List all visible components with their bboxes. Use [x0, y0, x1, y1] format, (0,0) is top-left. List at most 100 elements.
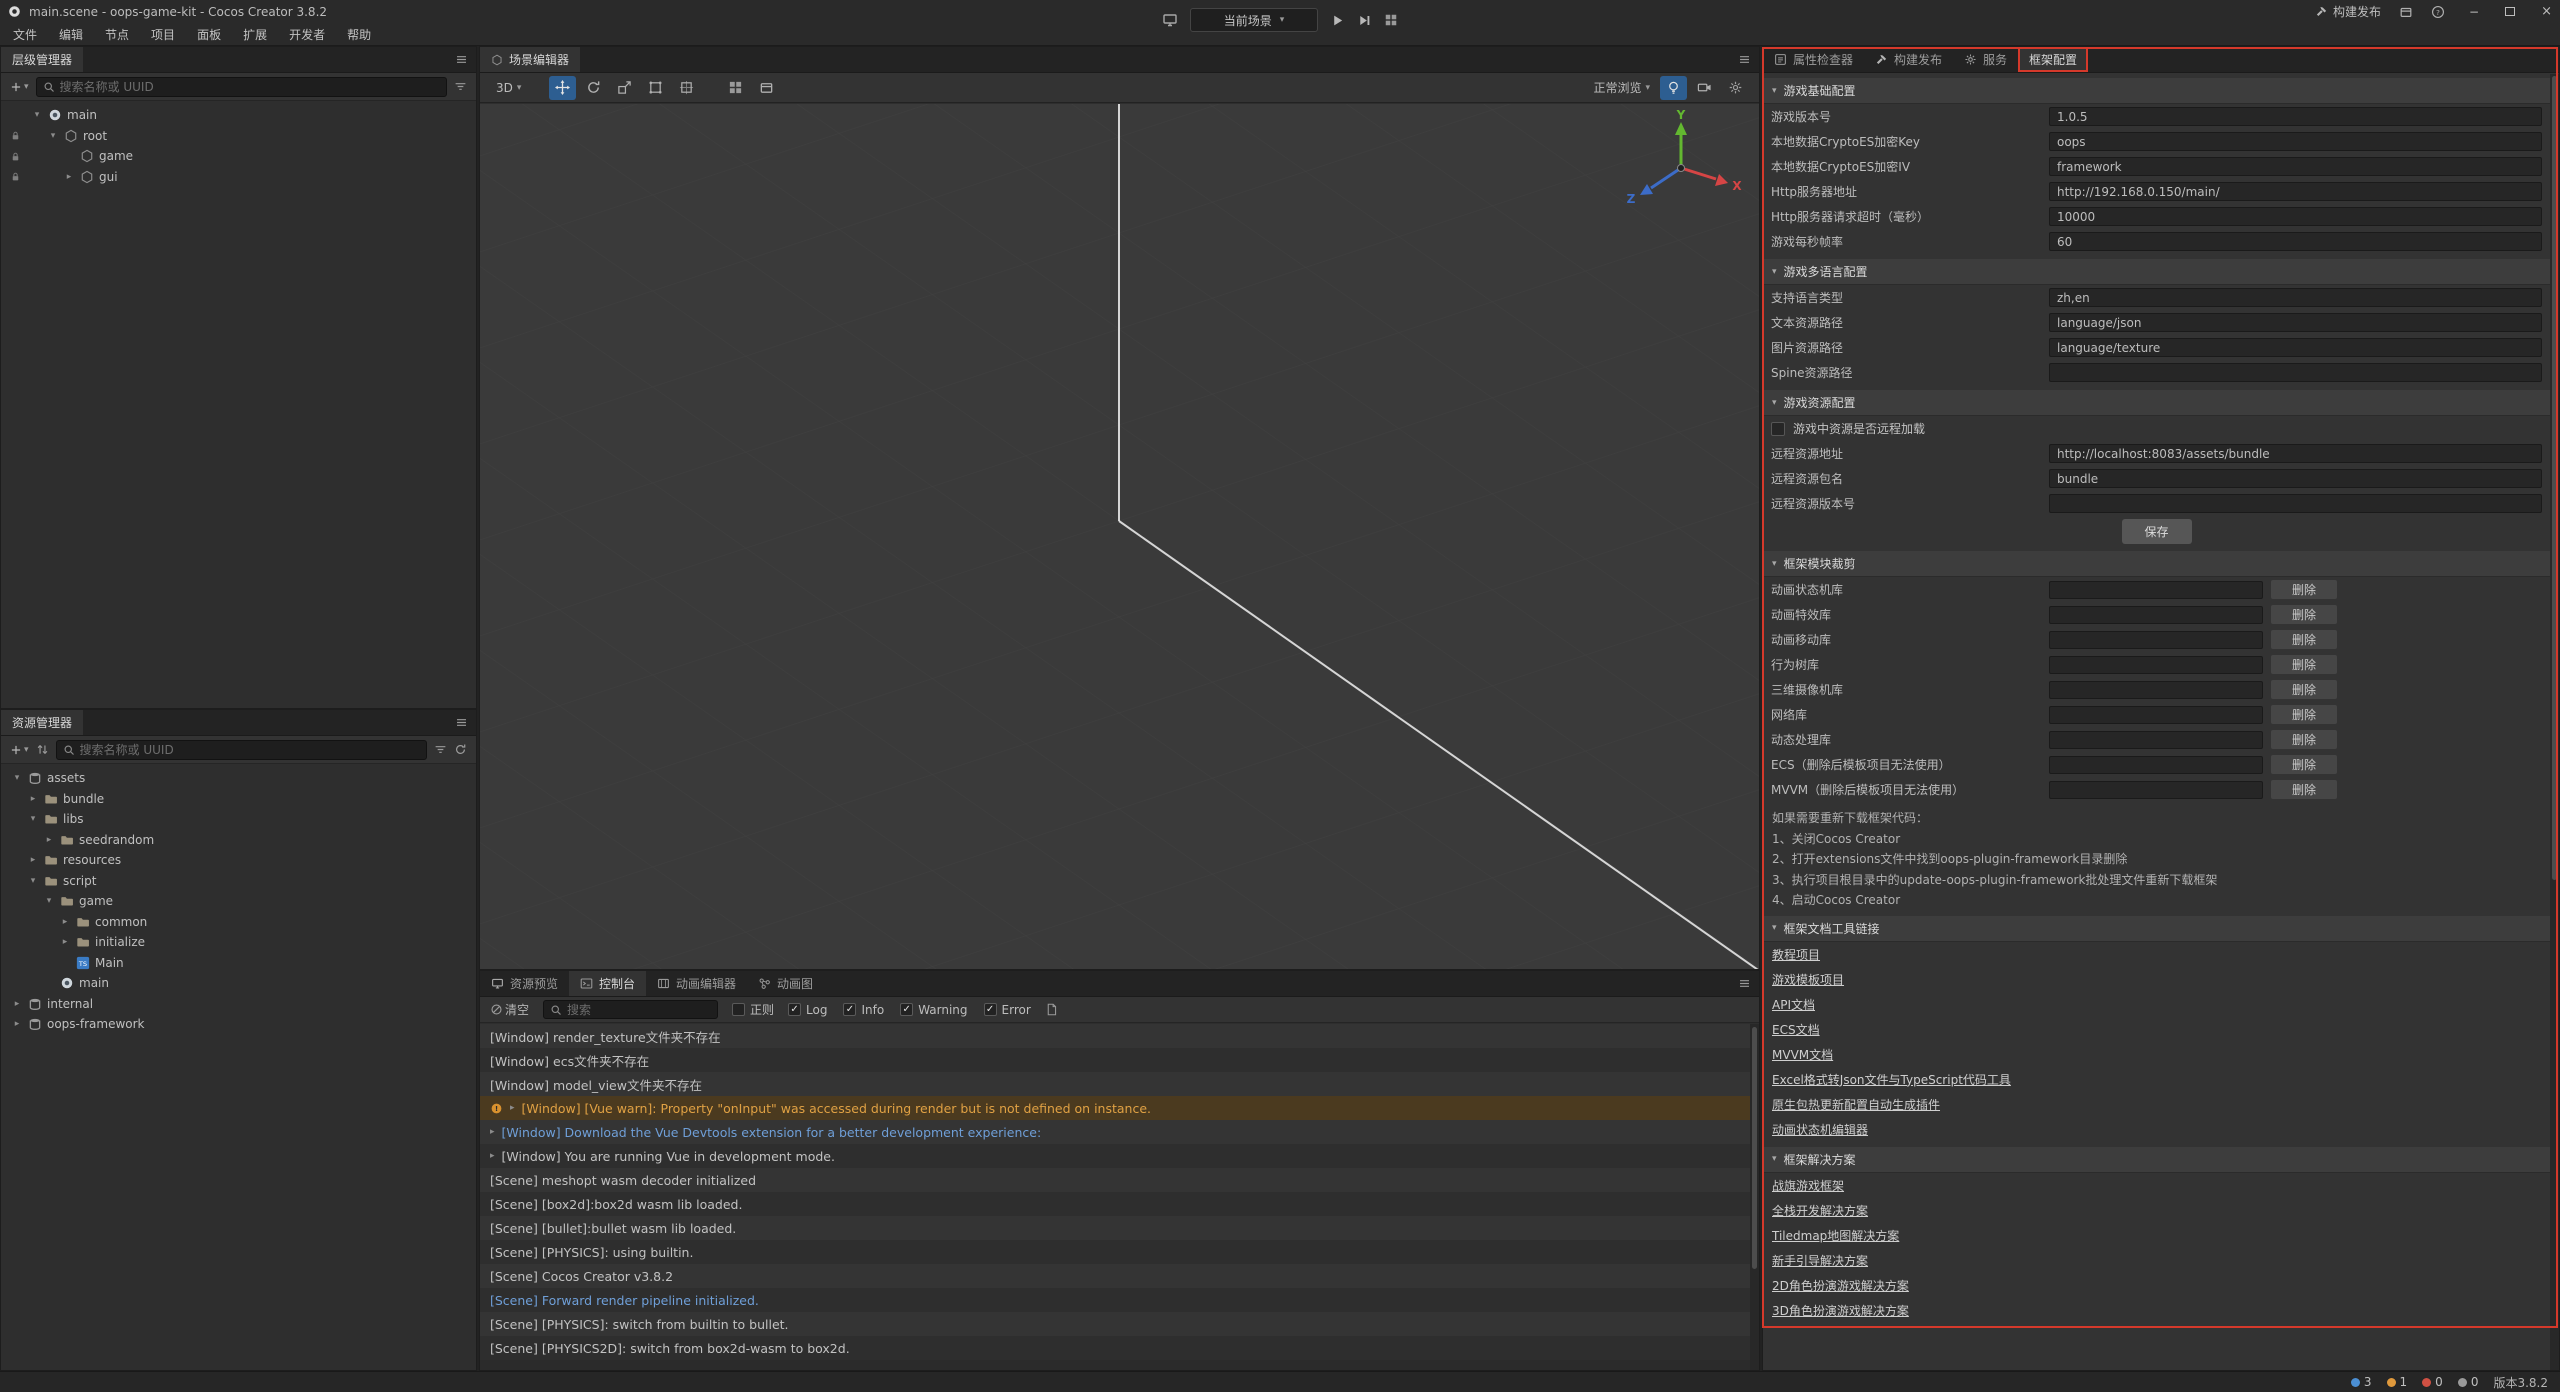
tab-assets[interactable]: 资源管理器	[1, 710, 83, 735]
config-input[interactable]	[2049, 207, 2542, 226]
doc-link[interactable]: API文档	[1763, 992, 2550, 1017]
remote-load-checkbox[interactable]	[1771, 422, 1785, 436]
expand-caret-icon[interactable]: ▾	[43, 896, 55, 906]
play-button[interactable]	[1330, 13, 1345, 28]
section-header[interactable]: ▾游戏基础配置	[1763, 78, 2550, 104]
rotate-tool-button[interactable]	[580, 76, 607, 100]
tab-inspector-2[interactable]: 服务	[1953, 47, 2018, 72]
light-toggle-button[interactable]	[1660, 76, 1687, 100]
filter-checkbox-warning[interactable]: ✓Warning	[900, 1003, 967, 1017]
lock-icon[interactable]	[7, 151, 23, 162]
rect-tool-button[interactable]	[642, 76, 669, 100]
view-mode-dropdown[interactable]: 正常浏览 ▾	[1587, 76, 1656, 100]
tree-node[interactable]: ▸bundle	[1, 789, 476, 810]
delete-module-button[interactable]: 删除	[2271, 630, 2337, 649]
filter-icon[interactable]	[454, 80, 467, 93]
delete-module-button[interactable]: 删除	[2271, 605, 2337, 624]
config-input[interactable]	[2049, 338, 2542, 357]
section-header[interactable]: ▾框架文档工具链接	[1763, 916, 2550, 942]
error-count-badge[interactable]: 0	[2422, 1375, 2443, 1389]
tree-node[interactable]: ▾libs	[1, 809, 476, 830]
menu-item-1[interactable]: 编辑	[48, 23, 94, 45]
tab-film[interactable]: 动画编辑器	[646, 971, 747, 996]
doc-link[interactable]: 全栈开发解决方案	[1763, 1198, 2550, 1223]
view-gizmo[interactable]: Y X Z	[1616, 110, 1746, 223]
tree-node[interactable]: ▾main	[1, 105, 476, 126]
menu-item-0[interactable]: 文件	[2, 23, 48, 45]
move-tool-button[interactable]	[549, 76, 576, 100]
doc-link[interactable]: 战旗游戏框架	[1763, 1173, 2550, 1198]
tree-node[interactable]: ▾assets	[1, 768, 476, 789]
minimize-button[interactable]: −	[2469, 5, 2479, 19]
tree-node[interactable]: ▸resources	[1, 850, 476, 871]
tree-node[interactable]: ▸gui	[1, 167, 476, 188]
maximize-button[interactable]	[2505, 7, 2515, 16]
lock-icon[interactable]	[7, 171, 23, 182]
assets-search-input[interactable]	[80, 743, 420, 757]
doc-link[interactable]: 2D角色扮演游戏解决方案	[1763, 1273, 2550, 1298]
gear-toggle-button[interactable]	[1722, 76, 1749, 100]
lock-icon[interactable]	[7, 130, 23, 141]
section-header[interactable]: ▾框架模块裁剪	[1763, 551, 2550, 577]
expand-caret-icon[interactable]: ▸	[27, 855, 39, 865]
config-input[interactable]	[2049, 288, 2542, 307]
preview-device-icon[interactable]	[1162, 12, 1178, 28]
expand-caret-icon[interactable]: ▸	[27, 794, 39, 804]
tree-node[interactable]: main	[1, 973, 476, 994]
console-search-input[interactable]	[567, 1003, 717, 1017]
panel-menu-icon[interactable]	[446, 47, 476, 72]
refresh-icon[interactable]	[454, 743, 467, 756]
gizmo-tool-button[interactable]	[753, 76, 780, 100]
expand-caret-icon[interactable]: ▾	[11, 773, 23, 783]
expand-caret-icon[interactable]: ▸	[43, 835, 55, 845]
filter-checkbox-error[interactable]: ✓Error	[984, 1003, 1031, 1017]
tree-node[interactable]: ▾script	[1, 871, 476, 892]
create-node-button[interactable]: ▾	[10, 81, 29, 93]
create-asset-button[interactable]: ▾	[10, 744, 29, 756]
expand-caret-icon[interactable]: ▾	[27, 876, 39, 886]
expand-caret-icon[interactable]: ▸	[59, 937, 71, 947]
camera-toggle-button[interactable]	[1691, 76, 1718, 100]
config-input[interactable]	[2049, 232, 2542, 251]
close-button[interactable]: ×	[2541, 4, 2552, 19]
panel-menu-icon[interactable]	[1729, 971, 1759, 996]
doc-link[interactable]: MVVM文档	[1763, 1042, 2550, 1067]
scene-viewport[interactable]: Y X Z	[480, 104, 1759, 969]
menu-item-7[interactable]: 帮助	[336, 23, 382, 45]
tree-node[interactable]: ▾game	[1, 891, 476, 912]
config-input[interactable]	[2049, 132, 2542, 151]
expand-caret-icon[interactable]: ▸	[490, 1127, 495, 1137]
tree-node[interactable]: game	[1, 146, 476, 167]
tree-node[interactable]: ▸internal	[1, 994, 476, 1015]
tab-monitor[interactable]: 资源预览	[480, 971, 569, 996]
hierarchy-search-input[interactable]	[60, 80, 440, 94]
expand-caret-icon[interactable]: ▸	[11, 1019, 23, 1029]
scene-selector-dropdown[interactable]: 当前场景 ▾	[1190, 8, 1318, 32]
config-input[interactable]	[2049, 313, 2542, 332]
tree-node[interactable]: ▸oops-framework	[1, 1014, 476, 1035]
clear-console-button[interactable]: 清空	[490, 1001, 529, 1018]
panel-menu-icon[interactable]	[1729, 47, 1759, 72]
hierarchy-search[interactable]	[36, 77, 447, 97]
delete-module-button[interactable]: 删除	[2271, 655, 2337, 674]
config-input[interactable]	[2049, 182, 2542, 201]
section-header[interactable]: ▾游戏多语言配置	[1763, 259, 2550, 285]
config-input[interactable]	[2049, 363, 2542, 382]
expand-caret-icon[interactable]: ▸	[63, 172, 75, 182]
anchor-tool-button[interactable]	[673, 76, 700, 100]
delete-module-button[interactable]: 删除	[2271, 780, 2337, 799]
menu-item-6[interactable]: 开发者	[278, 23, 336, 45]
menu-item-4[interactable]: 面板	[186, 23, 232, 45]
delete-module-button[interactable]: 删除	[2271, 755, 2337, 774]
doc-link[interactable]: Tiledmap地图解决方案	[1763, 1223, 2550, 1248]
delete-module-button[interactable]: 删除	[2271, 580, 2337, 599]
section-header[interactable]: ▾框架解决方案	[1763, 1147, 2550, 1173]
delete-module-button[interactable]: 删除	[2271, 680, 2337, 699]
scale-tool-button[interactable]	[611, 76, 638, 100]
doc-link[interactable]: 游戏模板项目	[1763, 967, 2550, 992]
assets-search[interactable]	[56, 740, 427, 760]
menu-item-3[interactable]: 项目	[140, 23, 186, 45]
console-scrollbar[interactable]	[1750, 1024, 1759, 1370]
package-icon[interactable]	[2399, 5, 2413, 19]
regex-checkbox[interactable]: 正则	[732, 1001, 774, 1018]
